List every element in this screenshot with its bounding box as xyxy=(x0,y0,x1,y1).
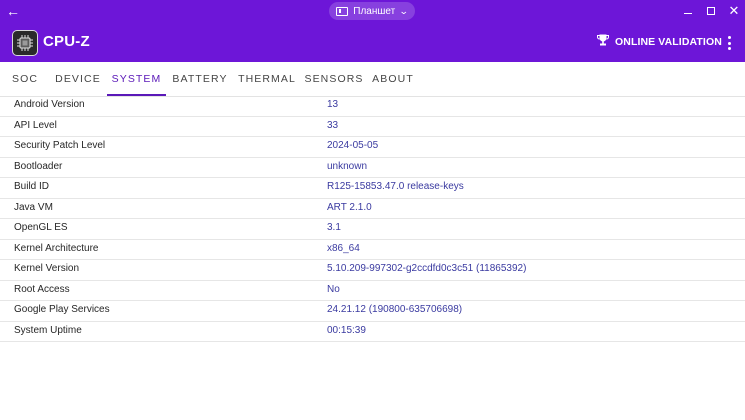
info-value: 13 xyxy=(327,99,339,110)
window-title-bar: ← Планшет ⌄ ✕ xyxy=(0,0,745,22)
info-key: Kernel Version xyxy=(14,263,80,274)
info-value: No xyxy=(327,283,340,295)
list-item: Google Play Services 24.21.12 (190800-63… xyxy=(0,301,745,322)
list-item: Security Patch Level 2024-05-05 xyxy=(0,137,745,158)
info-key: Security Patch Level xyxy=(14,140,106,151)
system-info-list: Android Version 13 API Level 33 Security… xyxy=(0,96,745,342)
info-value: R125-15853.47.0 release-keys xyxy=(327,181,464,192)
info-key: Root Access xyxy=(14,283,70,295)
close-icon[interactable]: ✕ xyxy=(725,2,743,20)
online-validation-label: ONLINE VALIDATION xyxy=(615,36,722,48)
window-mode-label: Планшет xyxy=(353,5,396,17)
list-item: System Uptime 00:15:39 xyxy=(0,322,745,342)
info-key: Android Version xyxy=(14,99,85,110)
list-item: Kernel Version 5.10.209-997302-g2ccdfd0c… xyxy=(0,260,745,281)
tablet-icon xyxy=(336,6,349,16)
tab-about[interactable]: ABOUT xyxy=(370,62,416,95)
tab-bar: SOC DEVICE SYSTEM BATTERY THERMAL SENSOR… xyxy=(0,62,745,97)
cpu-chip-icon xyxy=(12,30,38,56)
trophy-icon xyxy=(596,33,610,52)
tab-device[interactable]: DEVICE xyxy=(53,62,103,95)
tab-battery[interactable]: BATTERY xyxy=(170,62,230,95)
list-item: Build ID R125-15853.47.0 release-keys xyxy=(0,178,745,199)
online-validation-button[interactable]: ONLINE VALIDATION xyxy=(596,33,722,51)
info-value: 3.1 xyxy=(327,222,341,233)
info-key: Kernel Architecture xyxy=(14,242,99,254)
more-vertical-icon[interactable] xyxy=(720,32,738,54)
list-item: Android Version 13 xyxy=(0,96,745,117)
list-item: OpenGL ES 3.1 xyxy=(0,219,745,240)
info-key: Build ID xyxy=(14,181,50,192)
info-value: x86_64 xyxy=(327,242,360,254)
info-value: 24.21.12 (190800-635706698) xyxy=(327,304,463,315)
info-key: Bootloader xyxy=(14,160,63,172)
arrow-left-icon[interactable]: ← xyxy=(4,1,22,21)
info-value: unknown xyxy=(327,160,368,172)
info-key: API Level xyxy=(14,119,57,131)
chevron-down-icon: ⌄ xyxy=(399,5,409,16)
minimize-icon[interactable] xyxy=(679,2,697,20)
list-item: Kernel Architecture x86_64 xyxy=(0,240,745,260)
info-value: 5.10.209-997302-g2ccdfd0c3c51 (11865392) xyxy=(327,263,527,274)
info-key: Google Play Services xyxy=(14,304,110,315)
info-key: System Uptime xyxy=(14,324,82,336)
list-item: Java VM ART 2.1.0 xyxy=(0,199,745,219)
info-value: 33 xyxy=(327,119,339,131)
info-value: 00:15:39 xyxy=(327,324,366,336)
window-mode-button[interactable]: Планшет ⌄ xyxy=(329,2,415,20)
tab-sensors[interactable]: SENSORS xyxy=(304,62,364,95)
list-item: Bootloader unknown xyxy=(0,158,745,178)
tab-system[interactable]: SYSTEM xyxy=(107,62,166,96)
tab-thermal[interactable]: THERMAL xyxy=(236,62,298,95)
info-key: OpenGL ES xyxy=(14,222,68,233)
info-key: Java VM xyxy=(14,201,53,213)
app-title: CPU-Z xyxy=(43,33,90,50)
info-value: ART 2.1.0 xyxy=(327,201,372,213)
list-item: API Level 33 xyxy=(0,117,745,137)
list-item: Root Access No xyxy=(0,281,745,301)
maximize-icon[interactable] xyxy=(702,2,720,20)
info-value: 2024-05-05 xyxy=(327,140,379,151)
app-bar: CPU-Z ONLINE VALIDATION xyxy=(0,22,745,62)
tab-soc[interactable]: SOC xyxy=(7,62,43,95)
